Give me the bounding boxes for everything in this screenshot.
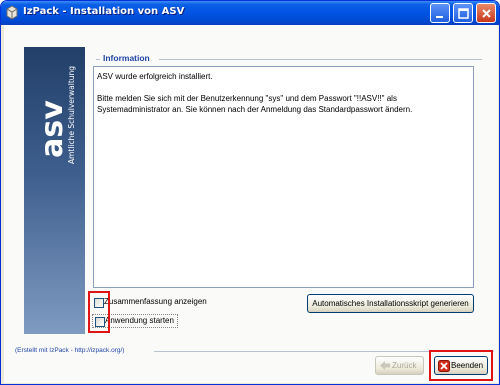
maximize-button[interactable] — [453, 3, 473, 23]
info-message-login: Bitte melden Sie sich mit der Benutzerke… — [97, 94, 413, 114]
installer-window: IzPack - Installation von ASV asv Amtlic… — [0, 0, 500, 385]
information-textarea[interactable]: ASV wurde erfolgreich installiert. Bitte… — [93, 66, 474, 288]
izpack-app-icon — [6, 5, 18, 20]
minimize-icon — [436, 16, 443, 18]
summary-checkbox-label[interactable]: Zusammenfassung anzeigen — [104, 297, 207, 306]
arrow-left-icon — [380, 361, 390, 370]
izpack-credit-link[interactable]: (Erstellt mit IzPack - http://izpack.org… — [15, 347, 124, 354]
start-app-checkbox-label[interactable]: Anwendung starten — [105, 316, 174, 325]
heading-divider-right — [159, 59, 482, 60]
back-button-label: Zurück — [392, 361, 417, 370]
summary-checkbox-row[interactable]: Zusammenfassung anzeigen — [92, 296, 212, 310]
info-message-success: ASV wurde erfolgreich installiert. — [97, 72, 213, 81]
asv-logo: asv Amtliche Schulverwaltung — [35, 66, 76, 164]
asv-subtitle: Amtliche Schulverwaltung — [67, 66, 76, 164]
finish-highlight-box — [429, 350, 493, 381]
heading-divider-left — [96, 59, 100, 60]
window-title: IzPack - Installation von ASV — [23, 6, 185, 17]
title-bar[interactable]: IzPack - Installation von ASV — [1, 1, 499, 25]
maximize-icon — [458, 8, 469, 19]
asv-logo-text: asv — [35, 100, 70, 158]
generate-install-script-button[interactable]: Automatisches Installationsskript generi… — [307, 294, 474, 313]
asv-side-panel: asv Amtliche Schulverwaltung — [24, 47, 85, 334]
information-heading: Information — [103, 53, 150, 63]
minimize-button[interactable] — [430, 3, 450, 23]
back-button[interactable]: Zurück — [375, 356, 424, 375]
checkbox-highlight-box — [88, 291, 110, 333]
close-icon — [482, 9, 491, 18]
close-window-button[interactable] — [476, 3, 496, 23]
